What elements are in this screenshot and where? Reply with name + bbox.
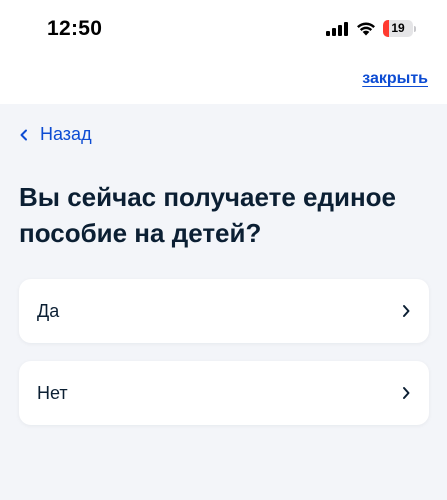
- signal-icon: [326, 21, 348, 36]
- question-title: Вы сейчас получаете единое пособие на де…: [19, 182, 396, 248]
- option-label: Нет: [37, 382, 68, 403]
- close-link[interactable]: закрыть: [362, 70, 428, 88]
- chevron-left-icon: [20, 129, 27, 140]
- chevron-right-icon: [403, 305, 410, 317]
- battery-level-text: 19: [391, 21, 405, 35]
- wifi-icon: [357, 22, 375, 36]
- top-area: 12:50 19 закрыть: [0, 0, 447, 104]
- option-no-button[interactable]: Нет: [19, 361, 429, 425]
- battery-tip: [414, 25, 416, 32]
- battery-icon: 19: [383, 20, 413, 37]
- status-bar: 12:50 19: [0, 0, 447, 60]
- back-link[interactable]: Назад: [19, 124, 92, 145]
- option-label: Да: [37, 300, 60, 321]
- status-time: 12:50: [47, 17, 103, 40]
- chevron-right-icon: [403, 387, 410, 399]
- status-icons: 19: [326, 20, 416, 37]
- back-label: Назад: [40, 124, 92, 144]
- option-yes-button[interactable]: Да: [19, 279, 429, 343]
